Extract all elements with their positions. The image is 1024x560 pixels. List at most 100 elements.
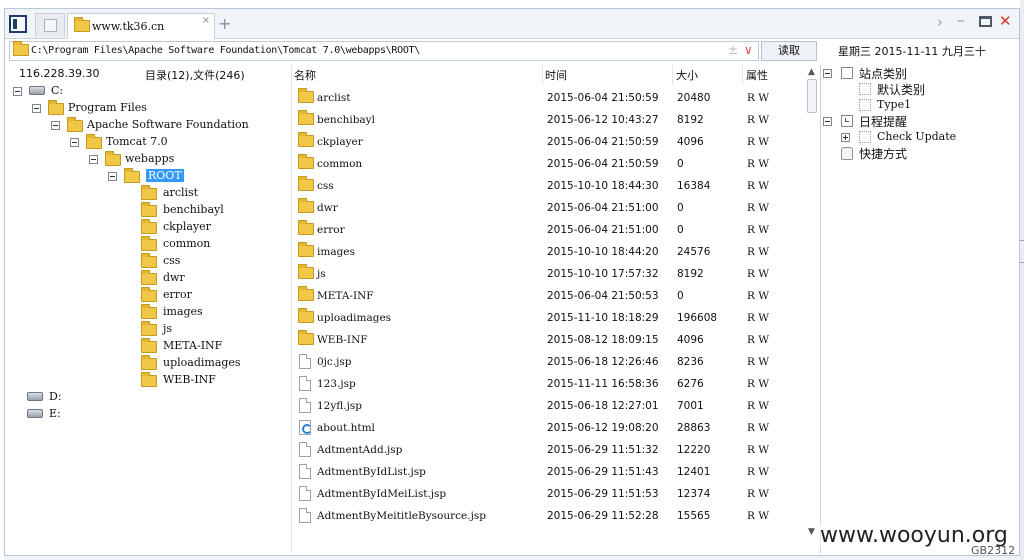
list-scrollbar[interactable]: ▲ ▼ [806,67,818,537]
list-item[interactable]: css 2015-10-10 18:44:30 16384 R W [292,175,806,197]
list-item[interactable]: META-INF 2015-06-04 21:50:53 0 R W [292,285,806,307]
list-item[interactable]: images 2015-10-10 18:44:20 24576 R W [292,241,806,263]
tab-close-icon[interactable]: × [202,15,210,26]
tab-tk36[interactable]: www.tk36.cn × [67,13,215,39]
list-item[interactable]: uploadimages 2015-11-10 18:18:29 196608 R W [292,307,806,329]
collapse-icon[interactable] [823,117,832,126]
collapse-icon[interactable] [108,172,117,181]
list-item[interactable]: common 2015-06-04 21:50:59 0 R W [292,153,806,175]
type1-node[interactable]: Type1 [859,97,979,113]
file-attr: R W [747,312,770,324]
column-separator[interactable] [742,65,743,85]
list-item[interactable]: arclist 2015-06-04 21:50:59 20480 R W [292,87,806,109]
scroll-thumb[interactable] [807,79,817,113]
file-attr: R W [747,356,770,368]
plus-minus-icon[interactable]: ± [728,43,738,57]
panel-toggle-icon[interactable] [9,15,27,33]
list-item[interactable]: 123.jsp 2015-11-11 16:58:36 6276 R W [292,373,806,395]
folder-icon [141,355,157,370]
chevron-down-icon[interactable]: ∨ [744,43,753,57]
list-item[interactable]: AdtmentByIdMeiList.jsp 2015-06-29 11:51:5… [292,483,806,505]
tree-node-webapps[interactable]: webapps [89,151,189,167]
file-attr: R W [747,334,770,346]
tree-node-c[interactable]: C: [13,83,73,99]
collapse-icon[interactable] [51,121,60,130]
collapse-icon[interactable] [89,155,98,164]
pane-divider[interactable] [820,65,821,553]
tree-node-program-files[interactable]: Program Files [32,100,182,116]
collapse-icon[interactable] [823,69,832,78]
file-name: ckplayer [317,136,363,148]
list-item[interactable]: AdtmentByMeititleBysource.jsp 2015-06-29 … [292,505,806,527]
list-item[interactable]: about.html 2015-06-12 19:08:20 28863 R W [292,417,806,439]
list-item[interactable]: AdtmentAdd.jsp 2015-06-29 11:51:32 12220 R … [292,439,806,461]
tree-node-child[interactable]: arclist [141,185,261,201]
tree-node-child[interactable]: error [141,287,261,303]
column-separator[interactable] [542,65,543,85]
schedule-node[interactable]: 日程提醒 [823,113,943,129]
chevron-right-icon[interactable]: › [937,13,943,31]
tree-node-child[interactable]: ckplayer [141,219,261,235]
encoding-badge[interactable]: GB2312 [971,544,1015,555]
tab-blank[interactable] [35,13,65,37]
tree-node-child[interactable]: dwr [141,270,261,286]
check-update-node[interactable]: Check Update [841,129,971,145]
tree-label: benchibayl [163,203,224,216]
expand-icon[interactable] [841,133,850,142]
site-category-node[interactable]: 站点类别 [823,65,943,81]
list-item[interactable]: 12yfl.jsp 2015-06-18 12:27:01 7001 R W [292,395,806,417]
address-path[interactable]: C:\Program Files\Apache Software Foundat… [31,45,420,56]
list-item[interactable]: 0jc.jsp 2015-06-18 12:26:46 8236 R W [292,351,806,373]
collapse-icon[interactable] [32,104,41,113]
tree-node-apache[interactable]: Apache Software Foundation [51,117,251,133]
scroll-down-icon[interactable]: ▼ [808,527,815,537]
file-name: AdtmentAdd.jsp [317,444,403,456]
collapse-icon[interactable] [70,138,79,147]
minimize-button[interactable]: – [957,11,965,29]
tree-node-child[interactable]: common [141,236,261,252]
tree-label: dwr [163,271,185,284]
tree-node-tomcat[interactable]: Tomcat 7.0 [70,134,190,150]
file-size: 8192 [677,114,704,126]
list-item[interactable]: benchibayl 2015-06-12 10:43:27 8192 R W [292,109,806,131]
close-button[interactable]: ✕ [999,12,1012,30]
column-header-attr[interactable]: 属性 [746,67,768,83]
file-size: 15565 [677,510,711,522]
shortcuts-node[interactable]: 快捷方式 [841,145,961,161]
list-item[interactable]: dwr 2015-06-04 21:51:00 0 R W [292,197,806,219]
column-header-size[interactable]: 大小 [676,67,698,83]
column-header-time[interactable]: 时间 [545,67,567,83]
column-header-name[interactable]: 名称 [294,67,316,83]
tree-node-d[interactable]: D: [27,389,87,405]
file-size: 8192 [677,268,704,280]
address-bar[interactable]: C:\Program Files\Apache Software Foundat… [9,41,759,61]
list-item[interactable]: WEB-INF 2015-08-12 18:09:15 4096 R W [292,329,806,351]
tree-node-e[interactable]: E: [27,406,87,422]
list-item[interactable]: js 2015-10-10 17:57:32 8192 R W [292,263,806,285]
file-time: 2015-06-12 19:08:20 [547,422,659,434]
tree-node-child[interactable]: js [141,321,261,337]
tree-node-child[interactable]: WEB-INF [141,372,261,388]
file-size: 0 [677,202,684,214]
list-item[interactable]: AdtmentByIdList.jsp 2015-06-29 11:51:43 12… [292,461,806,483]
date-display: 星期三 2015-11-11 九月三十 [838,45,986,58]
list-item[interactable]: ckplayer 2015-06-04 21:50:59 4096 R W [292,131,806,153]
tree-node-root[interactable]: ROOT [108,168,188,184]
tree-node-child[interactable]: images [141,304,261,320]
tree-node-child[interactable]: benchibayl [141,202,261,218]
read-button[interactable]: 读取 [761,41,817,61]
folder-icon [298,330,314,345]
column-separator[interactable] [672,65,673,85]
default-category-node[interactable]: 默认类别 [859,81,979,97]
collapse-icon[interactable] [13,87,22,96]
drive-icon [27,409,43,418]
file-size: 4096 [677,334,704,346]
scroll-up-icon[interactable]: ▲ [808,67,815,77]
maximize-button[interactable] [979,16,992,27]
new-tab-button[interactable]: + [218,14,231,33]
tree-node-child[interactable]: uploadimages [141,355,261,371]
tree-node-child[interactable]: css [141,253,261,269]
tree-label: WEB-INF [163,373,216,386]
list-item[interactable]: error 2015-06-04 21:51:00 0 R W [292,219,806,241]
tree-node-child[interactable]: META-INF [141,338,261,354]
